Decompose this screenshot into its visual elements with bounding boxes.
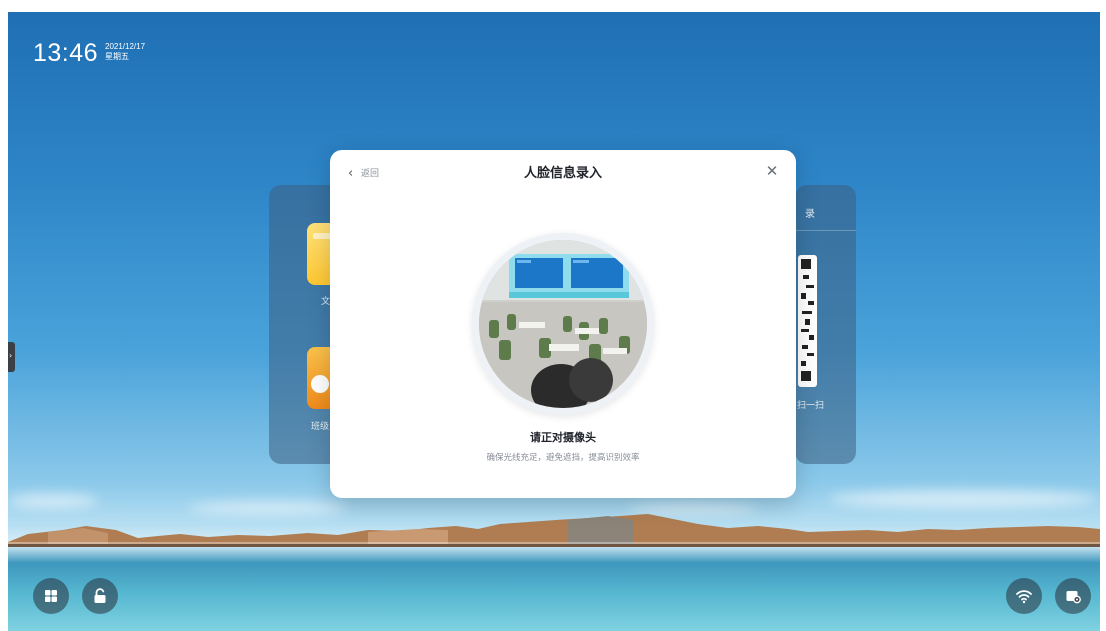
start-menu-button[interactable] (33, 578, 69, 614)
face-enroll-dialog: ‹ 返回 人脸信息录入 ✕ 请正对摄像头 确保光线充足，避免遮挡，提高识别效率 (330, 150, 796, 498)
classroom-camera-image (479, 240, 647, 408)
windows-icon (45, 590, 57, 602)
close-button[interactable]: ✕ (764, 163, 780, 179)
clock-date: 2021/12/17 (105, 42, 146, 51)
app-label-class: 班级 (311, 422, 330, 432)
close-icon: ✕ (765, 162, 779, 180)
camera-preview-frame (472, 233, 654, 415)
wifi-icon (1016, 590, 1032, 604)
side-drawer-handle[interactable]: › (8, 342, 15, 372)
instruction-text: 请正对摄像头 (530, 431, 596, 444)
rocky-shoreline (8, 514, 1100, 547)
login-panel-title: 录 (805, 209, 815, 220)
scan-label: 扫一扫 (797, 401, 825, 411)
dialog-title: 人脸信息录入 (523, 166, 602, 181)
app-label-files: 文 (321, 297, 331, 307)
lock-button[interactable] (82, 578, 118, 614)
background-login-panel-right: 录 扫一扫 (795, 185, 856, 464)
chevron-right-icon: › (9, 351, 13, 360)
wifi-button[interactable] (1006, 578, 1042, 614)
qr-code-image (798, 255, 817, 387)
camera-preview (479, 240, 647, 408)
hint-text: 确保光线充足，避免遮挡，提高识别效率 (486, 453, 640, 463)
horizon-line (8, 542, 1100, 544)
settings-button[interactable] (1055, 578, 1091, 614)
unlock-icon (94, 588, 106, 603)
clock-weekday: 星期五 (105, 52, 129, 61)
divider (795, 230, 856, 231)
clock-time: 13:46 (33, 39, 99, 67)
settings-icon (1066, 591, 1081, 604)
